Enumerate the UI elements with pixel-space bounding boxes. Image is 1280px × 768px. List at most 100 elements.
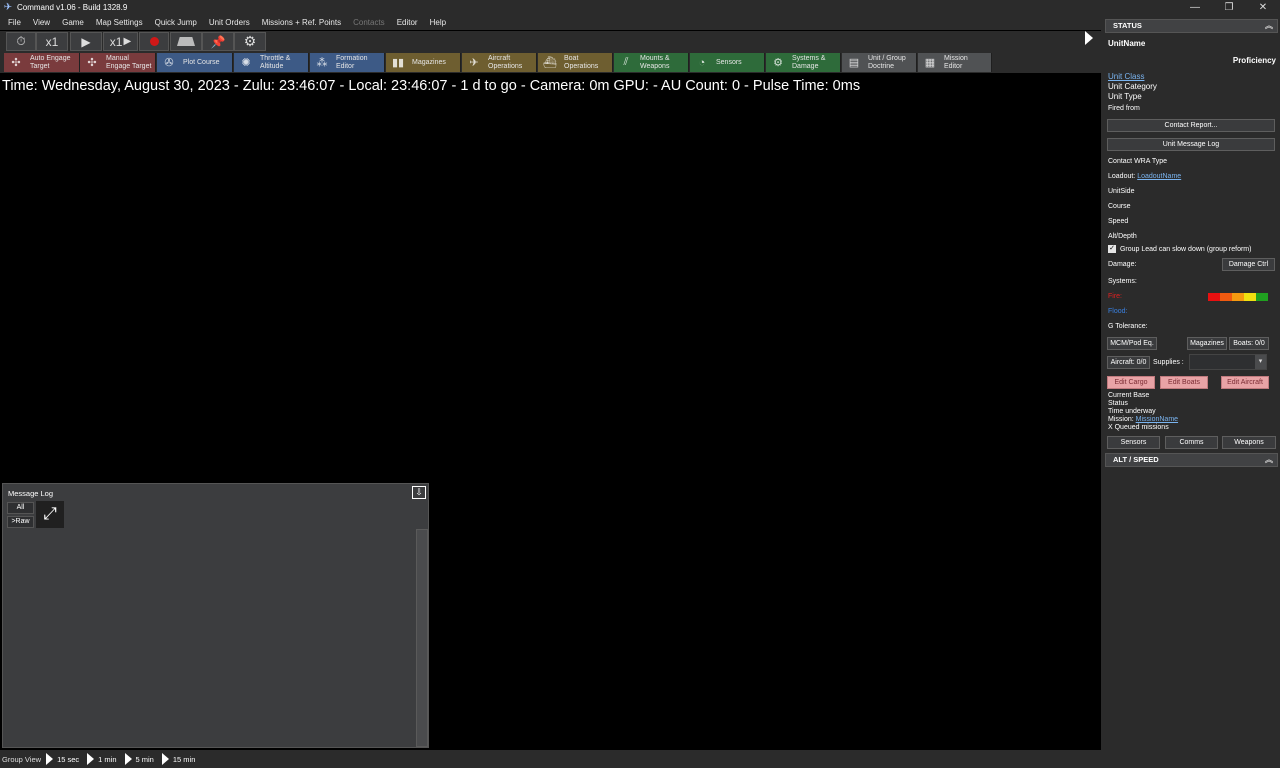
menu-map-settings[interactable]: Map Settings [90, 18, 149, 27]
group-lead-label: Group Lead can slow down (group reform) [1119, 245, 1252, 253]
edit-cargo-button[interactable]: Edit Cargo [1107, 376, 1155, 389]
mission-editor-button[interactable]: ▦ Mission Editor [918, 53, 992, 72]
menu-view[interactable]: View [27, 18, 56, 27]
toolbar-label: Manual Engage Target [106, 54, 152, 70]
edit-boats-button[interactable]: Edit Boats [1160, 376, 1208, 389]
manual-engage-target-button[interactable]: ✣ Manual Engage Target [80, 53, 156, 72]
expand-icon[interactable]: ⤢ [36, 501, 64, 528]
pin-button[interactable]: 📌 [202, 32, 234, 51]
boats-button[interactable]: Boats: 0/0 [1229, 337, 1269, 350]
group-view-label: Group View [2, 754, 42, 764]
aircraft-operations-button[interactable]: ✈ Aircraft Operations [462, 53, 537, 72]
throttle-altitude-button[interactable]: ✺ Throttle & Altitude [234, 53, 309, 72]
alt-speed-header[interactable]: ALT / SPEED ︽ [1105, 453, 1278, 467]
sim-action-button[interactable] [170, 32, 202, 51]
toolbar-label: Boat Operations [564, 54, 599, 70]
unit-type: Unit Type [1108, 92, 1142, 101]
aircraft-button[interactable]: Aircraft: 0/0 [1107, 356, 1150, 369]
damage-ctrl-button[interactable]: Damage Ctrl [1222, 258, 1275, 271]
raw-button[interactable]: >Raw [7, 516, 34, 528]
play-icon [46, 753, 54, 765]
fire-label: Fire: [1108, 293, 1122, 300]
menu-game[interactable]: Game [56, 18, 90, 27]
menu-editor[interactable]: Editor [391, 18, 424, 27]
record-button[interactable] [139, 32, 169, 51]
status-header[interactable]: STATUS ︽ [1105, 19, 1278, 33]
doctrine-icon: ▤ [848, 57, 860, 69]
target-icon: ✣ [11, 57, 21, 69]
message-log-scrollbar[interactable] [416, 529, 428, 747]
target-icon: ✣ [87, 57, 97, 69]
maximize-button[interactable]: ❐ [1212, 0, 1246, 15]
alt-speed-header-label: ALT / SPEED [1113, 455, 1159, 464]
mission-icon: ▦ [924, 57, 936, 69]
formation-icon: ⁂ [316, 57, 328, 69]
boat-icon: ⛴ [543, 57, 557, 69]
loadout-row: Loadout: LoadoutName [1108, 173, 1181, 180]
magazines-panel-button[interactable]: Magazines [1187, 337, 1227, 350]
platform-icon [177, 37, 195, 46]
menu-unit-orders[interactable]: Unit Orders [203, 18, 256, 27]
menu-bar: File View Game Map Settings Quick Jump U… [0, 15, 1101, 30]
menu-missions[interactable]: Missions + Ref. Points [256, 18, 347, 27]
menu-quick-jump[interactable]: Quick Jump [149, 18, 203, 27]
compression-increase-button[interactable]: x1 ▶ [103, 32, 138, 51]
menu-help[interactable]: Help [424, 18, 452, 27]
course-icon: ✇ [164, 57, 174, 69]
time-step-1-min[interactable]: 1 min [87, 753, 117, 765]
plot-course-button[interactable]: ✇ Plot Course [157, 53, 233, 72]
play-button[interactable]: ▶ [70, 32, 102, 51]
proficiency: Proficiency [1232, 56, 1276, 65]
formation-editor-button[interactable]: ⁂ Formation Editor [310, 53, 385, 72]
sensors-button[interactable]: ◔ Sensors [690, 53, 765, 72]
close-button[interactable]: ✕ [1246, 0, 1280, 15]
weapons-tab[interactable]: Weapons [1222, 436, 1276, 449]
menu-file[interactable]: File [2, 18, 27, 27]
unit-status: Status [1108, 400, 1128, 407]
compression-decrease-button[interactable]: x1 [36, 32, 68, 51]
system-swatch [1208, 293, 1220, 301]
supplies-dropdown[interactable]: ▾ [1189, 354, 1267, 370]
boat-operations-button[interactable]: ⛴ Boat Operations [538, 53, 613, 72]
play-icon [124, 753, 132, 765]
unit-group-doctrine-button[interactable]: ▤ Unit / Group Doctrine [842, 53, 917, 72]
time-step-15-min[interactable]: 15 min [161, 753, 195, 765]
magazines-button[interactable]: ▮▮ Magazines [386, 53, 461, 72]
group-lead-row[interactable]: ✓ Group Lead can slow down (group reform… [1108, 245, 1251, 253]
minimize-button[interactable]: — [1178, 0, 1212, 15]
unit-message-log-button[interactable]: Unit Message Log [1107, 138, 1275, 151]
sensors-tab[interactable]: Sensors [1107, 436, 1160, 449]
time-step-label: 1 min [98, 754, 117, 764]
edit-aircraft-button[interactable]: Edit Aircraft [1221, 376, 1269, 389]
dock-icon[interactable]: ⇩ [412, 486, 426, 499]
toolbar-label: Magazines [412, 58, 446, 66]
collapse-icon: ︽ [1265, 21, 1273, 30]
settings-button[interactable]: ⚙ [234, 32, 266, 51]
speed: Speed [1108, 218, 1129, 225]
mission-link[interactable]: MissionName [1136, 416, 1178, 423]
mounts-icon: ⫽ [623, 56, 629, 68]
unit-class-link[interactable]: Unit Class [1108, 72, 1144, 81]
compression-right-label: x1 [109, 34, 123, 49]
mounts-weapons-button[interactable]: ⫽ Mounts & Weapons [614, 53, 689, 72]
menu-contacts[interactable]: Contacts [347, 18, 391, 27]
comms-tab[interactable]: Comms [1165, 436, 1218, 449]
toolbar: ✣ Auto Engage Target ✣ Manual Engage Tar… [0, 52, 1101, 73]
toolbar-label: Mounts & Weapons [640, 54, 670, 70]
time-step-5-min[interactable]: 5 min [124, 753, 154, 765]
time-underway: Time underway [1108, 408, 1156, 415]
filter-all-button[interactable]: All [7, 502, 34, 514]
clock-button[interactable]: ⏱ [6, 32, 36, 51]
toolbar-label: Plot Course [183, 58, 220, 66]
toolbar-label: Throttle & Altitude [260, 54, 291, 70]
checkbox-icon[interactable]: ✓ [1108, 245, 1116, 253]
auto-engage-target-button[interactable]: ✣ Auto Engage Target [4, 53, 80, 72]
loadout-link[interactable]: LoadoutName [1137, 173, 1181, 180]
time-step-15-sec[interactable]: 15 sec [46, 753, 79, 765]
panel-collapse-icon[interactable] [1085, 31, 1093, 45]
systems-damage-button[interactable]: ⚙ Systems & Damage [766, 53, 841, 72]
contact-report-button[interactable]: Contact Report... [1107, 119, 1275, 132]
toolbar-label: Mission Editor [944, 54, 968, 70]
alt-depth: Alt/Depth [1108, 233, 1137, 240]
mcm-pod-button[interactable]: MCM/Pod Eq. [1107, 337, 1157, 350]
